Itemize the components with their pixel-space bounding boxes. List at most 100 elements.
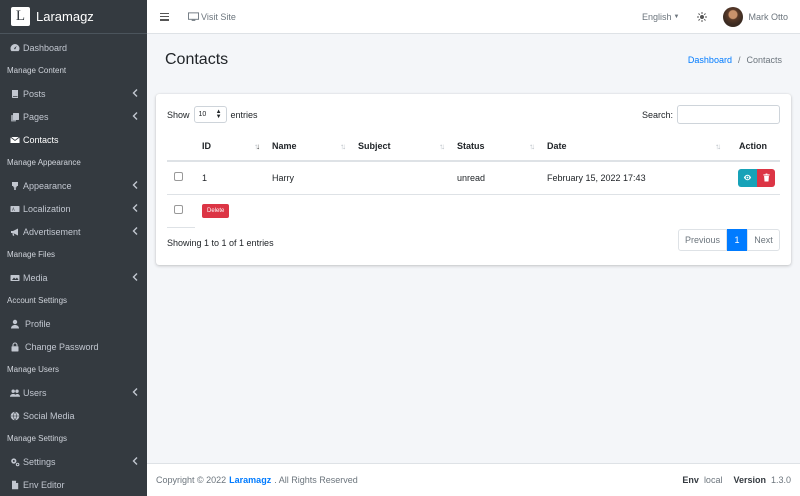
sidebar-nav: Dashboard Manage Content Posts Pages Contact…: [0, 34, 147, 496]
brand-name: Laramagz: [36, 9, 94, 24]
table-info: Showing 1 to 1 of 1 entries: [167, 238, 274, 248]
column-subject[interactable]: Subject ↑↓: [351, 132, 450, 162]
sidebar-item-contacts[interactable]: Contacts: [0, 128, 147, 151]
chevron-down-icon: ▼: [673, 13, 680, 20]
sidebar-item-label: Users: [23, 387, 47, 398]
row-checkbox[interactable]: [174, 172, 183, 182]
cell-id: 1: [195, 161, 265, 195]
bulk-delete-button[interactable]: Delete: [202, 203, 230, 218]
menu-toggle-icon[interactable]: [160, 12, 169, 21]
sidebar-item-profile[interactable]: Profile: [0, 312, 147, 335]
sidebar-header: Manage Settings: [7, 434, 68, 443]
sort-icon: ↑↓: [529, 142, 535, 151]
sidebar-item-label: Appearance: [23, 180, 72, 191]
column-id[interactable]: ID ↑↓: [195, 132, 265, 162]
sidebar-item-media[interactable]: Media: [0, 266, 147, 289]
sidebar-item-appearance[interactable]: Appearance: [0, 174, 147, 197]
search-control: Search:: [642, 105, 780, 124]
sidebar-item-pages[interactable]: Pages: [0, 105, 147, 128]
avatar[interactable]: [723, 6, 744, 27]
sidebar-item-settings[interactable]: Settings: [0, 450, 147, 473]
cell-status: unread: [450, 161, 540, 195]
column-name[interactable]: Name ↑↓: [265, 132, 351, 162]
sidebar-item-posts[interactable]: Posts: [0, 82, 147, 105]
column-date-label: Date: [547, 141, 567, 151]
sun-icon[interactable]: [697, 11, 708, 22]
chevron-left-icon: [132, 388, 138, 396]
visit-site-label: Visit Site: [201, 11, 236, 22]
column-subject-label: Subject: [358, 141, 391, 151]
user-name[interactable]: Mark Otto: [748, 12, 788, 22]
page-title: Contacts: [165, 51, 229, 68]
sidebar-item-users[interactable]: Users: [0, 381, 147, 404]
env-label: Env: [682, 475, 699, 485]
cell-name: Harry: [265, 161, 351, 195]
sidebar-item-label: Env Editor: [23, 479, 65, 490]
breadcrumb-dashboard-link[interactable]: Dashboard: [688, 55, 732, 65]
sidebar-item-dashboard[interactable]: Dashboard: [0, 36, 147, 59]
top-navbar: Visit Site English ▼ Mark Otto: [147, 0, 800, 34]
column-action: Action: [726, 132, 780, 162]
select-all-checkbox[interactable]: [174, 205, 183, 214]
language-label: English: [642, 11, 672, 22]
contacts-table: ID ↑↓ Name ↑↓ Subject ↑↓ Status ↑↓ Date ↑↓ Ac…: [167, 132, 780, 228]
sidebar-item-advertisement[interactable]: Advertisement: [0, 220, 147, 243]
eye-icon: [743, 175, 752, 181]
copyright-text: Copyright © 2022: [156, 475, 227, 485]
visit-site-link[interactable]: Visit Site: [188, 12, 236, 22]
column-status[interactable]: Status ↑↓: [450, 132, 540, 162]
lock-icon: [9, 341, 20, 352]
pagination-page-1[interactable]: 1: [727, 229, 747, 251]
sidebar-item-change-password[interactable]: Change Password: [0, 335, 147, 358]
language-dropdown[interactable]: English ▼: [642, 12, 679, 22]
sidebar-item-social-media[interactable]: Social Media: [0, 404, 147, 427]
rights-text: . All Rights Reserved: [274, 475, 358, 485]
bulk-select-cell: [167, 194, 195, 228]
search-input[interactable]: [677, 105, 780, 124]
search-label: Search:: [641, 109, 673, 120]
page-length-value: 10: [198, 111, 207, 118]
column-date[interactable]: Date ↑↓: [540, 132, 726, 162]
column-name-label: Name: [272, 141, 297, 151]
bulk-action-row: Delete: [167, 194, 780, 228]
cell-date: February 15, 2022 17:43: [540, 161, 726, 195]
chevron-left-icon: [132, 273, 138, 281]
sidebar-header: Manage Users: [7, 365, 60, 374]
delete-row-button[interactable]: [757, 168, 775, 187]
users-icon: [9, 388, 20, 398]
sidebar-item-label: Localization: [23, 203, 71, 214]
view-button[interactable]: [738, 168, 757, 187]
bulk-action-cell: Delete: [195, 194, 780, 227]
pagination-previous[interactable]: Previous: [678, 229, 727, 251]
breadcrumb: Dashboard / Contacts: [688, 55, 782, 65]
file-icon: [9, 480, 20, 490]
sidebar-header: Manage Content: [7, 66, 67, 75]
envelope-icon: [9, 135, 20, 145]
footer-brand-link[interactable]: Laramagz: [229, 475, 271, 485]
brush-icon: [9, 181, 20, 191]
brand-link[interactable]: L Laramagz: [0, 0, 147, 34]
sidebar-item-localization[interactable]: A Localization: [0, 197, 147, 220]
chevron-left-icon: [132, 112, 138, 120]
sidebar-item-label: Posts: [23, 88, 46, 99]
bullhorn-icon: [9, 227, 20, 237]
pagination-next[interactable]: Next: [747, 229, 780, 251]
sidebar-item-label: Dashboard: [23, 42, 68, 53]
sidebar-header: Account Settings: [7, 296, 68, 305]
chevron-left-icon: [132, 181, 138, 189]
sort-icon: ↑↓: [340, 142, 346, 151]
chevron-left-icon: [132, 457, 138, 465]
show-label: Show: [167, 109, 190, 120]
table-header-row: ID ↑↓ Name ↑↓ Subject ↑↓ Status ↑↓ Date ↑↓ Ac…: [167, 132, 780, 162]
sidebar-item-label: Media: [23, 272, 48, 283]
chevron-left-icon: [132, 89, 138, 97]
entries-label: entries: [230, 109, 258, 120]
page-length-select[interactable]: 10 ▲ ▼: [193, 106, 227, 123]
desktop-icon: [188, 11, 199, 21]
sidebar-header: Manage Appearance: [7, 158, 81, 167]
select-arrows-icon: ▲ ▼: [215, 109, 222, 120]
sidebar-item-env-editor[interactable]: Env Editor: [0, 473, 147, 496]
sidebar-item-label: Contacts: [23, 134, 59, 145]
language-icon: A: [9, 204, 20, 214]
cell-actions: [726, 161, 780, 195]
